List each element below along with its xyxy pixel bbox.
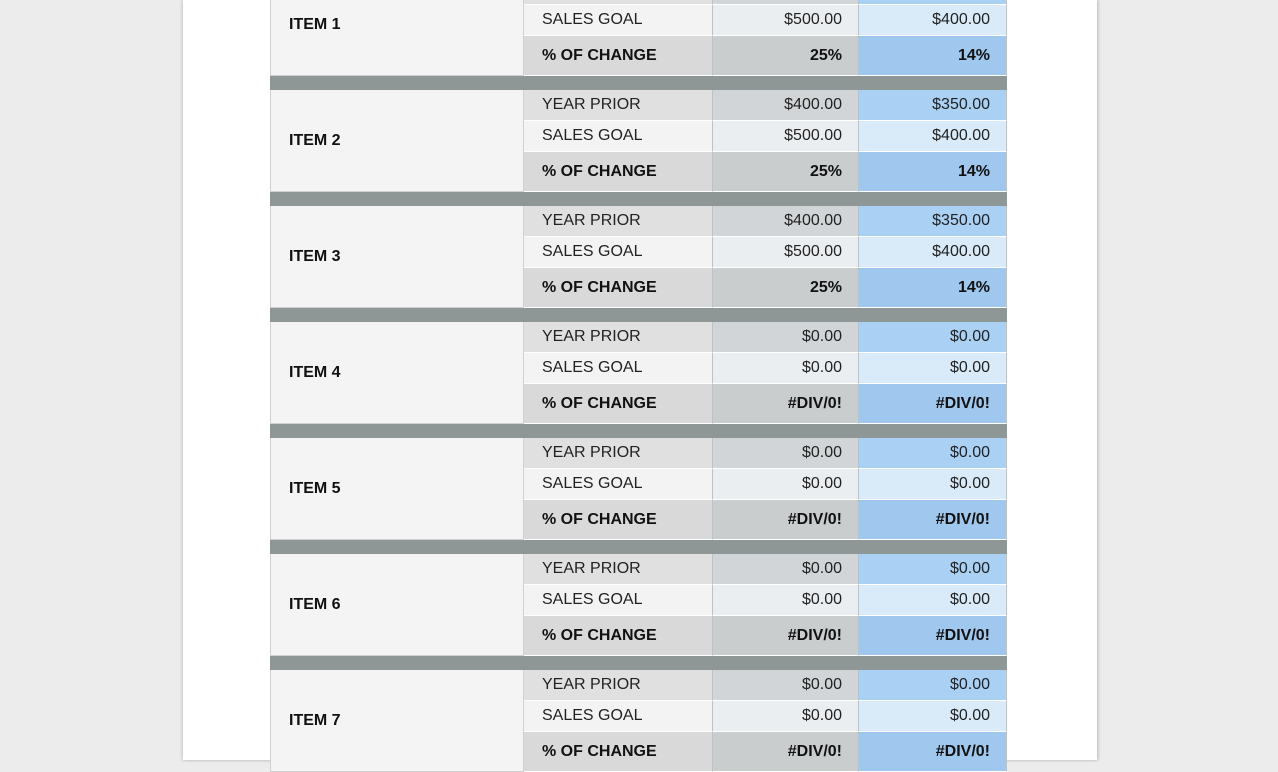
row-label[interactable]: % OF CHANGE <box>524 616 713 656</box>
value-cell[interactable]: #DIV/0! <box>859 616 1007 656</box>
row-label[interactable]: YEAR PRIOR <box>524 670 713 701</box>
value-cell[interactable]: $0.00 <box>713 554 859 585</box>
value-cell[interactable]: $400.00 <box>859 237 1007 268</box>
item-name[interactable]: ITEM 1 <box>270 0 524 76</box>
value-cell[interactable]: $0.00 <box>859 322 1007 353</box>
item-name[interactable]: ITEM 4 <box>270 322 524 424</box>
value-cell[interactable]: $0.00 <box>713 670 859 701</box>
value-cell[interactable]: $0.00 <box>713 353 859 384</box>
item-block: ITEM 3 YEAR PRIOR $400.00 $350.00 SALES GOAL… <box>270 206 1007 308</box>
value-cell[interactable]: #DIV/0! <box>859 732 1007 772</box>
value-cell[interactable]: $350.00 <box>859 90 1007 121</box>
value-cell[interactable]: 25% <box>713 152 859 192</box>
value-cell[interactable]: $0.00 <box>859 438 1007 469</box>
item-name[interactable]: ITEM 2 <box>270 90 524 192</box>
value-cell[interactable]: 14% <box>859 268 1007 308</box>
item-block: ITEM 6 YEAR PRIOR $0.00 $0.00 SALES GOAL $0.0… <box>270 554 1007 656</box>
value-cell[interactable]: $500.00 <box>713 5 859 36</box>
value-cell[interactable]: $0.00 <box>713 322 859 353</box>
row-label[interactable]: YEAR PRIOR <box>524 206 713 237</box>
row-label[interactable]: % OF CHANGE <box>524 500 713 540</box>
value-cell[interactable]: $0.00 <box>713 701 859 732</box>
item-block: ITEM 7 YEAR PRIOR $0.00 $0.00 SALES GOAL $0.0… <box>270 670 1007 772</box>
value-cell[interactable]: #DIV/0! <box>859 384 1007 424</box>
value-cell[interactable]: $0.00 <box>713 438 859 469</box>
item-name[interactable]: ITEM 3 <box>270 206 524 308</box>
row-separator <box>270 540 1007 554</box>
item-name[interactable]: ITEM 6 <box>270 554 524 656</box>
value-cell[interactable]: $500.00 <box>713 121 859 152</box>
value-cell[interactable]: #DIV/0! <box>859 500 1007 540</box>
row-label[interactable]: SALES GOAL <box>524 701 713 732</box>
value-cell[interactable]: $0.00 <box>859 585 1007 616</box>
row-separator <box>270 76 1007 90</box>
value-cell[interactable]: 14% <box>859 152 1007 192</box>
value-cell[interactable]: $0.00 <box>859 554 1007 585</box>
value-cell[interactable]: #DIV/0! <box>713 500 859 540</box>
row-label[interactable]: SALES GOAL <box>524 469 713 500</box>
row-label[interactable]: % OF CHANGE <box>524 732 713 772</box>
item-block: ITEM 1YEAR PRIOR$400.00$350.00SALES GOAL… <box>270 0 1007 76</box>
row-label[interactable]: % OF CHANGE <box>524 268 713 308</box>
row-label[interactable]: SALES GOAL <box>524 5 713 36</box>
row-separator <box>270 308 1007 322</box>
value-cell[interactable]: $400.00 <box>859 5 1007 36</box>
item-block: ITEM 2 YEAR PRIOR $400.00 $350.00 SALES GOAL… <box>270 90 1007 192</box>
value-cell[interactable]: #DIV/0! <box>713 616 859 656</box>
row-label[interactable]: SALES GOAL <box>524 121 713 152</box>
value-cell[interactable]: $400.00 <box>713 206 859 237</box>
value-cell[interactable]: 25% <box>713 36 859 76</box>
value-cell[interactable]: $350.00 <box>859 206 1007 237</box>
value-cell[interactable]: $400.00 <box>859 121 1007 152</box>
value-cell[interactable]: $400.00 <box>713 90 859 121</box>
value-cell[interactable]: #DIV/0! <box>713 384 859 424</box>
sales-comparison-table: ITEM 1YEAR PRIOR$400.00$350.00SALES GOAL… <box>270 0 1007 772</box>
value-cell[interactable]: $500.00 <box>713 237 859 268</box>
value-cell[interactable]: $0.00 <box>859 353 1007 384</box>
value-cell[interactable]: $0.00 <box>859 701 1007 732</box>
row-separator <box>270 424 1007 438</box>
value-cell[interactable]: $0.00 <box>859 469 1007 500</box>
row-label[interactable]: YEAR PRIOR <box>524 90 713 121</box>
row-label[interactable]: YEAR PRIOR <box>524 322 713 353</box>
item-block: ITEM 4 YEAR PRIOR $0.00 $0.00 SALES GOAL $0.0… <box>270 322 1007 424</box>
item-name[interactable]: ITEM 5 <box>270 438 524 540</box>
value-cell[interactable]: $0.00 <box>859 670 1007 701</box>
row-label[interactable]: YEAR PRIOR <box>524 438 713 469</box>
value-cell[interactable]: $0.00 <box>713 469 859 500</box>
row-label[interactable]: YEAR PRIOR <box>524 554 713 585</box>
row-separator <box>270 656 1007 670</box>
row-separator <box>270 192 1007 206</box>
row-label[interactable]: SALES GOAL <box>524 353 713 384</box>
value-cell[interactable]: $0.00 <box>713 585 859 616</box>
row-label[interactable]: % OF CHANGE <box>524 384 713 424</box>
row-label[interactable]: SALES GOAL <box>524 237 713 268</box>
value-cell[interactable]: #DIV/0! <box>713 732 859 772</box>
value-cell[interactable]: 14% <box>859 36 1007 76</box>
row-label[interactable]: % OF CHANGE <box>524 36 713 76</box>
value-cell[interactable]: 25% <box>713 268 859 308</box>
row-label[interactable]: % OF CHANGE <box>524 152 713 192</box>
item-block: ITEM 5 YEAR PRIOR $0.00 $0.00 SALES GOAL $0.0… <box>270 438 1007 540</box>
item-name[interactable]: ITEM 7 <box>270 670 524 772</box>
row-label[interactable]: SALES GOAL <box>524 585 713 616</box>
